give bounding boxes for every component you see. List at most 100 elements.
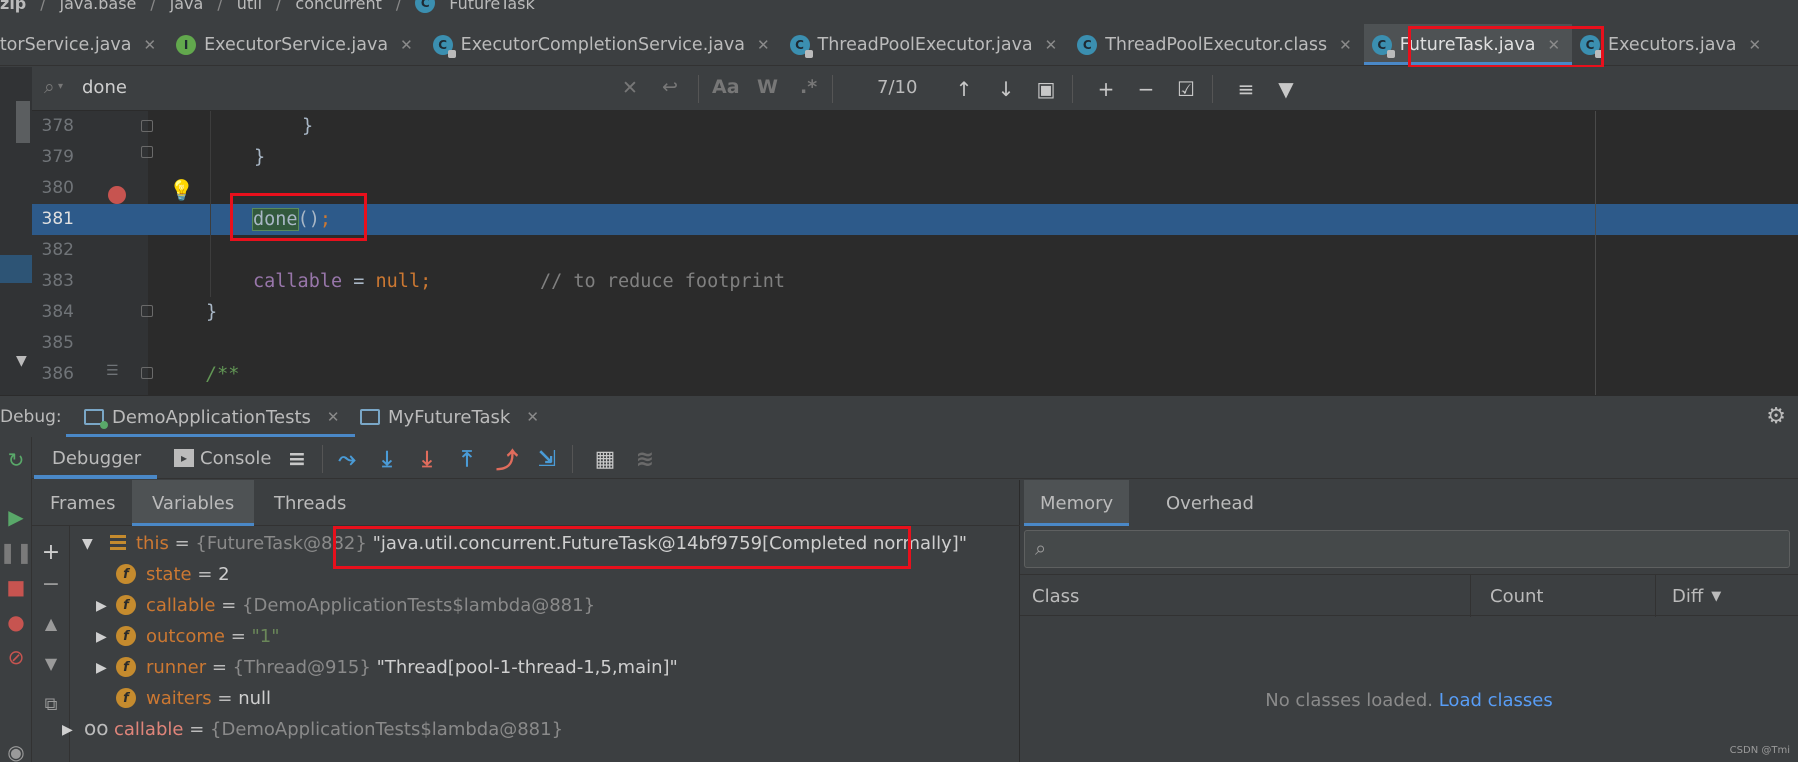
variable-row[interactable]: f waiters = null	[70, 683, 1020, 714]
breadcrumb-item[interactable]: java.base	[60, 0, 137, 13]
tab-variables[interactable]: Variables	[132, 480, 255, 526]
select-all-checkbox-icon[interactable]: ☑	[1172, 75, 1200, 103]
show-execution-point-icon[interactable]: ⤳	[332, 445, 362, 473]
resume-icon[interactable]: ▶	[0, 502, 32, 532]
close-icon[interactable]: ✕	[400, 36, 413, 54]
tab-console[interactable]: ▸ Console	[174, 437, 271, 479]
code-line[interactable]: 384 }	[32, 297, 1798, 328]
filter-options-icon[interactable]: ≡	[1232, 75, 1260, 103]
tab-threads[interactable]: Threads	[264, 480, 356, 526]
tab-abstract-executor-service[interactable]: C AbstractExecutorService.java ✕	[0, 24, 168, 65]
tab-frames[interactable]: Frames	[40, 480, 125, 526]
line-number: 379	[41, 147, 74, 167]
previous-occurrence-icon[interactable]: ↑	[950, 75, 978, 103]
session-label: DemoApplicationTests	[112, 406, 311, 428]
breadcrumb-item[interactable]: java	[170, 0, 204, 13]
pause-icon[interactable]: ❚❚	[0, 537, 33, 567]
words-icon[interactable]: W	[757, 76, 778, 98]
code-line[interactable]: 383 callable = null; // to reduce footpr…	[32, 266, 1798, 297]
code-line[interactable]: 385	[32, 328, 1798, 359]
code-line[interactable]: 379 }	[32, 142, 1798, 173]
search-input[interactable]: done	[82, 77, 127, 98]
breadcrumb-item[interactable]: zip	[0, 0, 26, 13]
load-classes-link[interactable]: Load classes	[1439, 690, 1553, 711]
code-line[interactable]: 378 }	[32, 111, 1798, 142]
copy-icon[interactable]: ⧉	[32, 694, 70, 715]
match-case-icon[interactable]: Aa	[712, 76, 740, 98]
camera-icon[interactable]: ◉	[0, 737, 32, 762]
view-breakpoints-icon[interactable]: ●	[0, 607, 32, 637]
move-down-icon[interactable]: ▼	[32, 654, 70, 673]
column-class[interactable]: Class	[1020, 575, 1079, 617]
chevron-down-icon[interactable]: ▼	[16, 353, 27, 369]
memory-search-input[interactable]: ⌕	[1024, 530, 1790, 568]
filter-icon[interactable]: ▼	[1272, 75, 1300, 103]
close-icon[interactable]: ✕	[1045, 36, 1058, 54]
new-line-icon[interactable]: ↩	[662, 76, 678, 98]
remove-occurrence-icon[interactable]: −	[1132, 75, 1160, 103]
select-all-occurrences-icon[interactable]: ▣	[1032, 75, 1060, 103]
variable-row[interactable]: ▶ f outcome = "1"	[70, 621, 1020, 652]
add-watch-icon[interactable]: +	[32, 540, 70, 565]
step-over-icon[interactable]: ⤓	[372, 445, 402, 473]
clear-icon[interactable]: ✕	[622, 77, 638, 99]
fold-marker-icon[interactable]	[141, 367, 153, 379]
tab-thread-pool-executor-class[interactable]: C ThreadPoolExecutor.class ✕	[1069, 24, 1364, 65]
gear-icon[interactable]: ⚙	[1766, 404, 1786, 429]
regex-icon[interactable]: .*	[800, 76, 817, 98]
run-to-cursor-icon[interactable]: ⇲	[532, 445, 562, 473]
close-icon[interactable]: ✕	[1749, 36, 1762, 54]
close-icon[interactable]: ✕	[327, 408, 340, 426]
force-step-into-icon[interactable]: ⤒	[452, 445, 482, 473]
collapse-icon[interactable]: ▼	[82, 536, 93, 552]
fold-marker-icon[interactable]	[141, 305, 153, 317]
code-editor[interactable]: 378 } 379 } 380 381 done(); 382 383 call…	[32, 111, 1798, 395]
remove-watch-icon[interactable]: −	[32, 572, 70, 597]
debug-session-tab[interactable]: DemoApplicationTests ✕	[65, 396, 356, 438]
step-out-icon[interactable]: ⤴	[492, 445, 522, 474]
expand-icon[interactable]: ▶	[62, 722, 73, 738]
menu-icon[interactable]: ≡	[282, 445, 312, 473]
breadcrumb-item[interactable]: concurrent	[295, 0, 381, 13]
tab-memory[interactable]: Memory	[1024, 480, 1130, 526]
expand-icon[interactable]: ▶	[96, 660, 107, 676]
step-into-icon[interactable]: ⤓	[412, 445, 442, 473]
session-icon	[84, 409, 108, 429]
fold-marker-icon[interactable]	[141, 120, 153, 132]
trace-icon[interactable]: ≋	[630, 445, 660, 473]
add-occurrence-icon[interactable]: +	[1092, 75, 1120, 103]
tab-executor-service[interactable]: I ExecutorService.java ✕	[168, 24, 425, 65]
breadcrumb-item[interactable]: util	[237, 0, 262, 13]
breakpoint-icon[interactable]	[108, 186, 126, 204]
search-icon[interactable]: ⌕	[44, 76, 55, 98]
breadcrumb-item[interactable]: FutureTask	[449, 0, 534, 13]
search-history-icon[interactable]: ▾	[58, 81, 63, 92]
tab-thread-pool-executor-java[interactable]: C ThreadPoolExecutor.java ✕	[782, 24, 1070, 65]
tab-executor-completion-service[interactable]: C ExecutorCompletionService.java ✕	[425, 24, 782, 65]
close-icon[interactable]: ✕	[143, 36, 156, 54]
column-diff[interactable]: Diff ▼	[1660, 575, 1721, 617]
mute-breakpoints-icon[interactable]: ⊘	[0, 642, 32, 672]
variable-row[interactable]: ▶ f callable = {DemoApplicationTests$lam…	[70, 590, 1020, 621]
variable-row[interactable]: ▶ f runner = {Thread@915} "Thread[pool-1…	[70, 652, 1020, 683]
code-line[interactable]: 386 /**	[32, 359, 1798, 390]
watch-row[interactable]: ▶ oo callable = {DemoApplicationTests$la…	[62, 714, 1020, 745]
fold-marker-icon[interactable]	[141, 146, 153, 158]
debug-session-tab[interactable]: MyFutureTask ✕	[360, 396, 539, 438]
equals: =	[211, 688, 239, 709]
expand-icon[interactable]: ▶	[96, 629, 107, 645]
stop-icon[interactable]: ■	[0, 572, 32, 602]
lightbulb-icon[interactable]: 💡	[169, 178, 194, 202]
next-occurrence-icon[interactable]: ↓	[992, 75, 1020, 103]
close-icon[interactable]: ✕	[526, 408, 539, 426]
expand-icon[interactable]: ▶	[96, 598, 107, 614]
tab-debugger[interactable]: Debugger	[33, 437, 158, 479]
rerun-icon[interactable]: ↻	[0, 445, 32, 475]
column-count[interactable]: Count	[1478, 575, 1543, 617]
evaluate-expression-icon[interactable]: ▦	[590, 445, 620, 473]
move-up-icon[interactable]: ▲	[32, 614, 70, 633]
close-icon[interactable]: ✕	[757, 36, 770, 54]
doc-comment-icon[interactable]: ☰	[106, 363, 119, 379]
close-icon[interactable]: ✕	[1339, 36, 1352, 54]
tab-overhead[interactable]: Overhead	[1150, 480, 1270, 526]
